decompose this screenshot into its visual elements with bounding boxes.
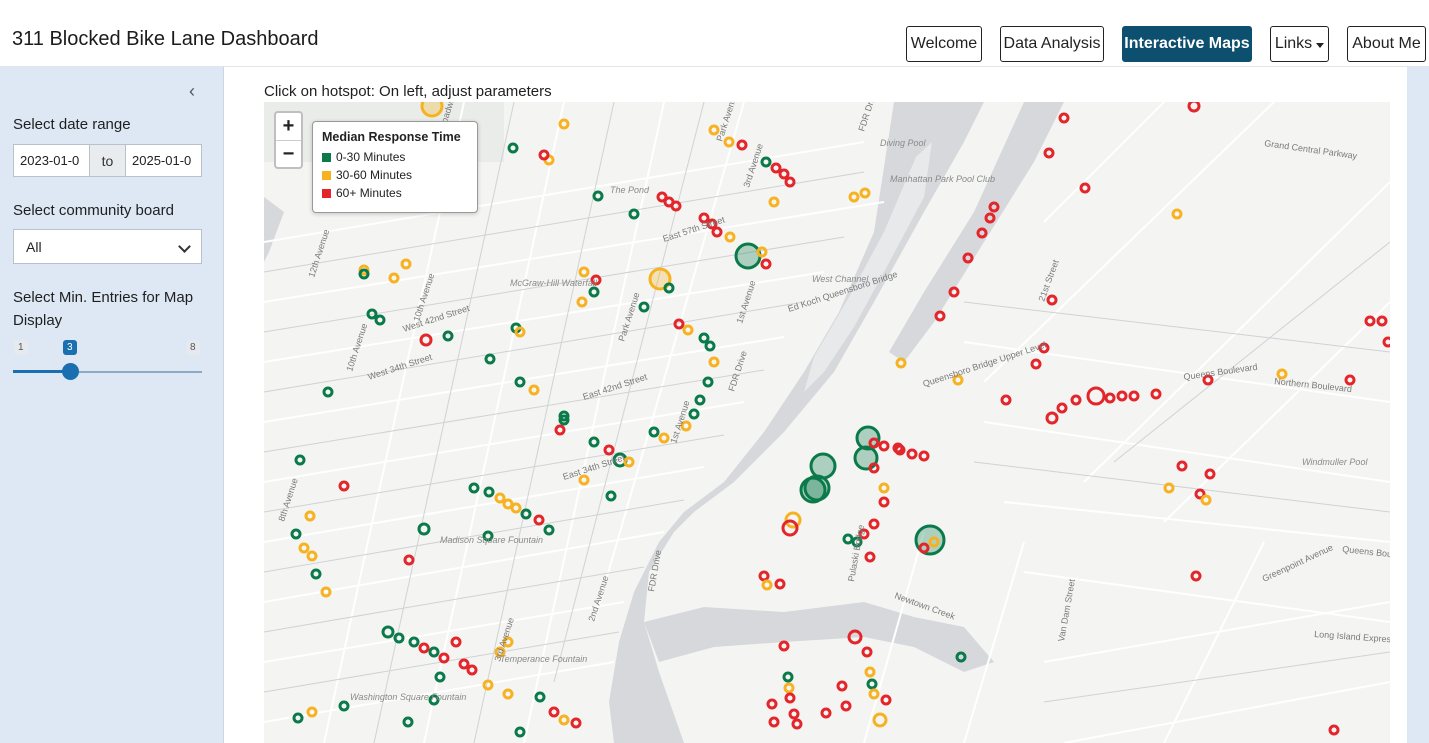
nav-links-label: Links — [1274, 35, 1313, 52]
date-start-input[interactable]: 2023-01-0 — [13, 144, 90, 177]
map-label: Washington Square Fountain — [350, 692, 466, 702]
app-title: 311 Blocked Bike Lane Dashboard — [12, 28, 319, 50]
min-entries-label: Select Min. Entries for Map Display — [13, 289, 194, 329]
map-hint-text: Click on hotspot: On left, adjust parame… — [264, 83, 552, 100]
chevron-left-icon[interactable]: ‹ — [189, 81, 195, 102]
hotspot-marker[interactable] — [799, 476, 827, 504]
nav-data-analysis-button[interactable]: Data Analysis — [1000, 26, 1104, 62]
map-label: Temperance Fountain — [500, 654, 587, 664]
date-end-input[interactable]: 2025-01-0 — [125, 144, 202, 177]
legend-swatch — [322, 170, 331, 180]
zoom-out-button[interactable]: − — [276, 141, 301, 168]
slider-handle[interactable] — [62, 363, 79, 380]
date-range-label: Select date range — [13, 116, 131, 133]
map-legend: Median Response Time 0-30 Minutes 30-60 … — [312, 121, 478, 213]
date-separator: to — [90, 144, 125, 177]
map-label: McGraw-Hill Waterfall — [510, 278, 598, 288]
zoom-in-button[interactable]: + — [276, 113, 301, 141]
nav-interactive-maps-button[interactable]: Interactive Maps — [1122, 26, 1252, 62]
hotspot-marker[interactable] — [853, 445, 879, 471]
legend-item: 30-60 Minutes — [322, 166, 468, 184]
hotspot-marker[interactable] — [420, 102, 444, 118]
caret-down-icon — [1316, 42, 1325, 48]
legend-label: 60+ Minutes — [336, 186, 402, 200]
top-navbar: 311 Blocked Bike Lane Dashboard Welcome … — [0, 0, 1429, 67]
date-range-input: 2023-01-0 to 2025-01-0 — [13, 144, 202, 177]
map-label: The Pond — [610, 185, 650, 195]
hotspot-marker[interactable] — [734, 242, 762, 270]
legend-item: 60+ Minutes — [322, 184, 468, 202]
legend-title: Median Response Time — [322, 130, 461, 144]
map-label: Diving Pool — [880, 138, 927, 148]
legend-label: 30-60 Minutes — [336, 168, 413, 182]
legend-label: 0-30 Minutes — [336, 150, 406, 164]
nav-about-me-button[interactable]: About Me — [1347, 26, 1426, 62]
map-zoom-control: + − — [274, 111, 303, 169]
map-label: Windmuller Pool — [1302, 457, 1368, 467]
map-label: Manhattan Park Pool Club — [890, 174, 995, 184]
community-board-value: All — [26, 239, 42, 255]
legend-swatch — [322, 188, 331, 198]
slider-max-label: 8 — [186, 340, 200, 355]
nav-welcome-button[interactable]: Welcome — [906, 26, 982, 62]
legend-item: 0-30 Minutes — [322, 148, 468, 166]
chevron-down-icon — [178, 240, 191, 253]
community-board-label: Select community board — [13, 202, 174, 219]
community-board-select[interactable]: All — [13, 229, 202, 264]
right-gutter — [1407, 67, 1429, 743]
slider-min-label: 1 — [14, 340, 28, 355]
legend-swatch — [322, 152, 331, 162]
map-label: Madison Square Fountain — [440, 535, 543, 545]
slider-value-label: 3 — [63, 340, 77, 355]
nav-links-dropdown[interactable]: Links — [1270, 26, 1329, 62]
hotspot-marker[interactable] — [809, 452, 837, 480]
sidebar: ‹ Select date range 2023-01-0 to 2025-01… — [0, 67, 224, 743]
